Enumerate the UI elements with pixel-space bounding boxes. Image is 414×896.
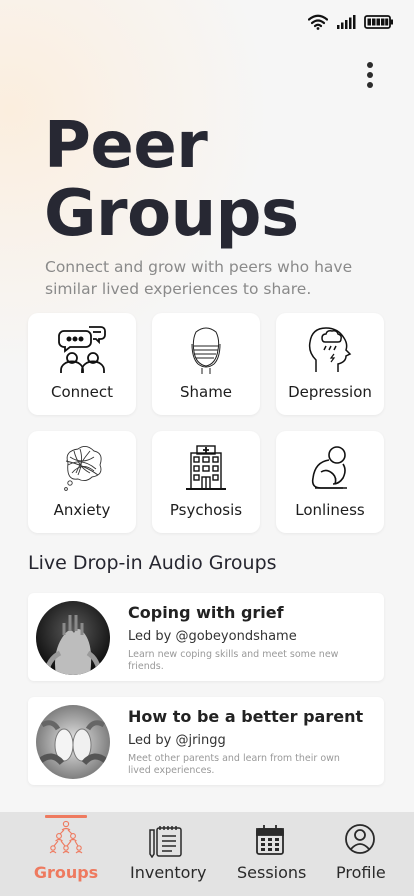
active-tab-indicator [45, 815, 87, 818]
tab-sessions[interactable]: Sessions [232, 812, 306, 896]
category-card-lonliness[interactable]: Lonliness [276, 431, 384, 533]
tab-inventory[interactable]: Inventory [126, 812, 206, 896]
group-leader: Led by @gobeyondshame [128, 629, 297, 644]
group-photo [36, 705, 110, 779]
category-label: Psychosis [169, 501, 243, 519]
sitting-alone-icon [307, 443, 353, 493]
category-label: Shame [179, 383, 233, 401]
wifi-icon [308, 14, 328, 30]
group-photo [36, 601, 110, 675]
page-title-line1: Peer [44, 109, 208, 183]
calendar-icon [256, 825, 284, 855]
tab-label: Groups [33, 863, 99, 882]
group-leader: Led by @jringg [128, 733, 226, 748]
group-card-coping-with-grief[interactable]: Coping with grief Led by @gobeyondshame … [28, 593, 384, 681]
notepad-pen-icon [149, 826, 182, 858]
tab-label: Profile [336, 863, 386, 882]
category-card-anxiety[interactable]: Anxiety [28, 431, 136, 533]
face-hidden-icon [184, 325, 228, 375]
tab-bar: Groups Inventory Sessions Profile [0, 812, 414, 896]
status-bar [308, 14, 394, 30]
category-card-connect[interactable]: Connect [28, 313, 136, 415]
tab-label: Inventory [130, 863, 207, 882]
battery-icon [364, 15, 393, 29]
more-vertical-icon[interactable] [364, 62, 376, 88]
tab-profile[interactable]: Profile [330, 812, 390, 896]
page-title: Peer Groups [44, 112, 299, 248]
group-description: Meet other parents and learn from their … [128, 753, 340, 776]
page-title-line2: Groups [44, 177, 299, 251]
group-title: How to be a better parent [128, 707, 364, 726]
category-label: Depression [288, 383, 372, 401]
category-card-depression[interactable]: Depression [276, 313, 384, 415]
category-card-shame[interactable]: Shame [152, 313, 260, 415]
group-title: Coping with grief [128, 603, 284, 622]
section-title: Live Drop-in Audio Groups [28, 552, 277, 574]
category-label: Anxiety [53, 501, 111, 519]
user-circle-icon [345, 824, 375, 854]
signal-icon [337, 15, 356, 29]
category-label: Lonliness [295, 501, 365, 519]
tab-label: Sessions [237, 863, 307, 882]
group-description: Learn new coping skills and meet some ne… [128, 649, 339, 672]
hospital-icon [185, 443, 227, 493]
page-subtitle: Connect and grow with peers who have sim… [45, 258, 353, 298]
chat-people-icon [56, 325, 108, 375]
head-rain-cloud-icon [308, 325, 352, 375]
category-label: Connect [50, 383, 114, 401]
tab-groups[interactable]: Groups [33, 812, 99, 896]
category-card-psychosis[interactable]: Psychosis [152, 431, 260, 533]
people-network-icon [49, 820, 83, 854]
group-card-better-parent[interactable]: How to be a better parent Led by @jringg… [28, 697, 384, 785]
tangled-thoughts-icon [60, 443, 104, 493]
